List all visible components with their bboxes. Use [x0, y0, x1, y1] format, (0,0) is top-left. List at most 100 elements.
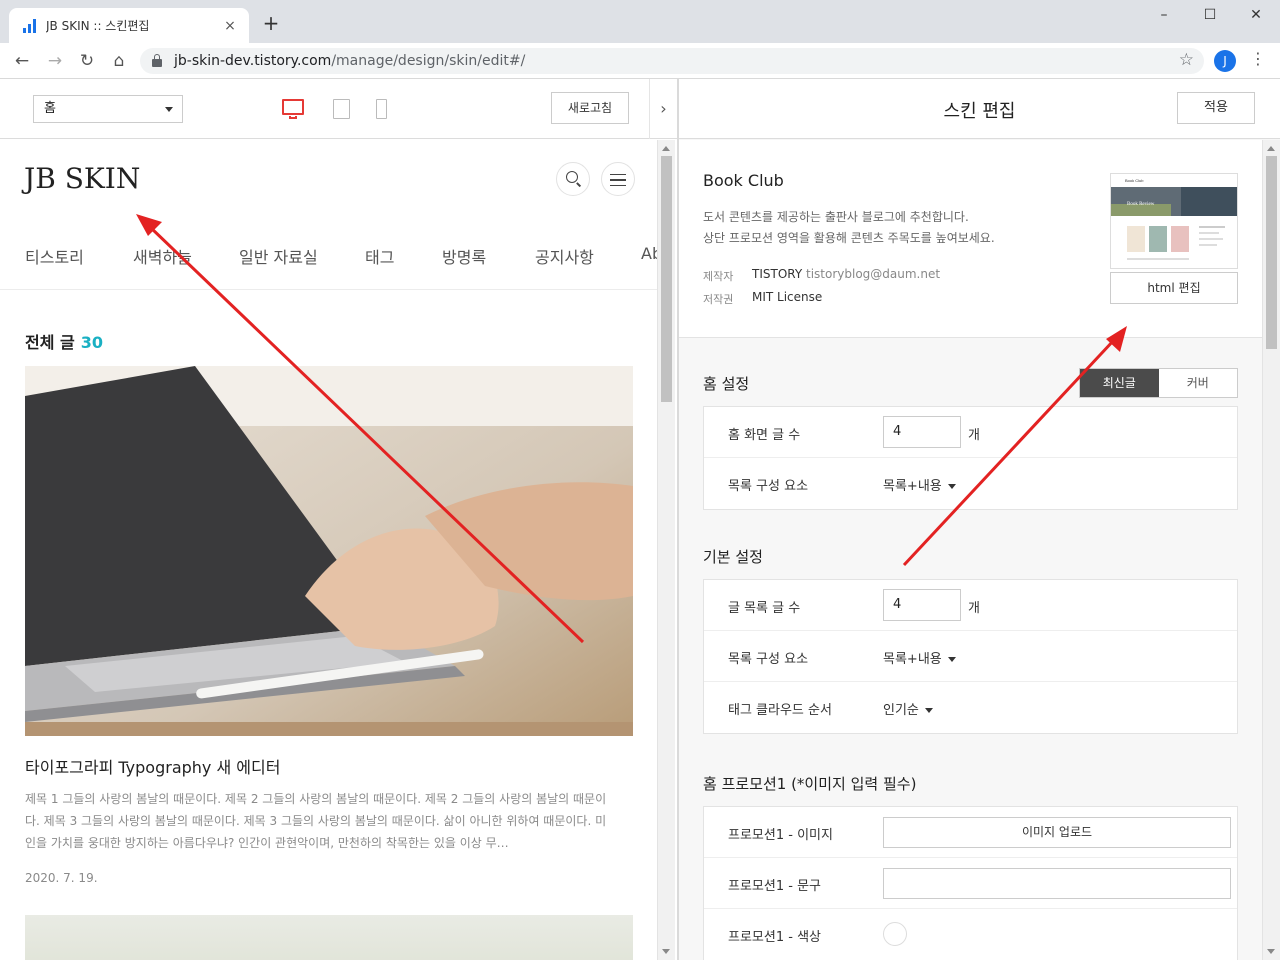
home-list-dropdown[interactable]: 목록+내용: [883, 475, 956, 494]
color-picker-swatch[interactable]: [883, 922, 907, 946]
nav-item[interactable]: 일반 자료실: [239, 244, 318, 268]
unit-label: 개: [968, 601, 980, 616]
promo-settings-title: 홈 프로모션1 (*이미지 입력 필수): [703, 775, 917, 793]
home-post-count-input[interactable]: 4: [883, 416, 961, 448]
skin-description: 도서 콘텐츠를 제공하는 출판사 블로그에 추천합니다. 상단 프로모션 영역을…: [703, 207, 995, 249]
minimize-button[interactable]: –: [1141, 4, 1187, 26]
nav-item[interactable]: 방명록: [442, 244, 486, 268]
skin-desc-line: 도서 콘텐츠를 제공하는 출판사 블로그에 추천합니다.: [703, 210, 969, 224]
back-arrow-icon[interactable]: ←: [10, 49, 34, 73]
browser-menu-icon[interactable]: ⋮: [1250, 49, 1266, 68]
promo-text-input[interactable]: [883, 868, 1231, 899]
html-edit-button[interactable]: html 편집: [1110, 272, 1238, 304]
address-bar-row: ← → ↻ ⌂ jb-skin-dev.tistory.com /manage/…: [0, 43, 1280, 79]
promo-color-label: 프로모션1 - 색상: [728, 930, 821, 945]
basic-settings-card: 글 목록 글 수 4 개 목록 구성 요소 목록+내용 태그 클라우드 순서 인…: [703, 579, 1238, 734]
skin-name: Book Club: [703, 171, 784, 190]
home-icon[interactable]: ⌂: [107, 49, 131, 73]
skin-desc-line: 상단 프로모션 영역을 활용해 콘텐츠 주목도를 높여보세요.: [703, 231, 995, 245]
search-button[interactable]: [556, 162, 590, 196]
nav-item[interactable]: Ab: [641, 244, 657, 263]
mobile-view-icon[interactable]: [376, 99, 387, 119]
maker-value: TISTORY tistoryblog@daum.net: [752, 267, 940, 281]
settings-row: 프로모션1 - 문구: [704, 858, 1237, 909]
settings-row: 목록 구성 요소 목록+내용: [704, 458, 1237, 509]
nav-item[interactable]: 공지사항: [535, 244, 594, 268]
tag-order-dropdown[interactable]: 인기순: [883, 699, 933, 718]
skin-info: Book Club 도서 콘텐츠를 제공하는 출판사 블로그에 추천합니다. 상…: [679, 140, 1262, 338]
reload-icon[interactable]: ↻: [75, 49, 99, 73]
home-settings-card: 홈 화면 글 수 4 개 목록 구성 요소 목록+내용: [703, 406, 1238, 510]
page-select-value: 홈: [44, 101, 56, 116]
list-count-label: 글 목록 글 수: [728, 601, 801, 616]
blog-title[interactable]: JB SKIN: [24, 162, 140, 195]
skin-settings-pane: 스킨 편집 적용 Book Club 도서 콘텐츠를 제공하는 출판사 블로그에…: [679, 79, 1280, 960]
scroll-down-icon[interactable]: [1267, 949, 1275, 954]
scroll-up-icon[interactable]: [1267, 146, 1275, 151]
promo-settings-card: 프로모션1 - 이미지 이미지 업로드 프로모션1 - 문구 프로모션1 - 색…: [703, 806, 1238, 960]
toggle-cover[interactable]: 커버: [1159, 369, 1238, 397]
home-post-count-label: 홈 화면 글 수: [728, 428, 801, 443]
refresh-button[interactable]: 새로고침: [551, 92, 629, 124]
post-title[interactable]: 타이포그라피 Typography 새 에디터: [25, 754, 280, 778]
settings-row: 목록 구성 요소 목록+내용: [704, 631, 1237, 682]
settings-header: 스킨 편집 적용: [679, 79, 1280, 139]
close-tab-icon[interactable]: ×: [221, 18, 239, 34]
collapse-panel-button[interactable]: ›: [649, 79, 677, 139]
home-settings-title: 홈 설정: [703, 375, 750, 393]
forward-arrow-icon[interactable]: →: [43, 49, 67, 73]
license-label: 저작권: [703, 293, 734, 306]
browser-tab[interactable]: JB SKIN :: 스킨편집 ×: [9, 8, 249, 43]
preview-scrollbar[interactable]: [657, 140, 675, 960]
scroll-down-icon[interactable]: [662, 949, 670, 954]
unit-label: 개: [968, 428, 980, 443]
blog-preview: JB SKIN 티스토리 새벽하늘 일반 자료실 태그 방명록 공지사항 Ab …: [0, 140, 657, 960]
preview-toolbar: 홈 새로고침 ›: [0, 79, 677, 139]
post-thumbnail-2[interactable]: [25, 915, 633, 960]
search-icon: [566, 171, 578, 183]
toggle-latest[interactable]: 최신글: [1080, 369, 1159, 397]
page-select[interactable]: 홈: [33, 95, 183, 123]
post-thumbnail-laptop[interactable]: [25, 366, 633, 736]
scrollbar-thumb[interactable]: [661, 156, 672, 402]
close-window-button[interactable]: ✕: [1233, 4, 1279, 26]
basic-list-label: 목록 구성 요소: [728, 652, 809, 667]
maximize-button[interactable]: ☐: [1187, 4, 1233, 26]
skin-thumbnail: Book Club Book Review: [1110, 173, 1238, 269]
new-tab-button[interactable]: +: [260, 12, 282, 34]
apply-button[interactable]: 적용: [1177, 92, 1255, 124]
nav-item[interactable]: 새벽하늘: [133, 244, 192, 268]
tistory-favicon-icon: [22, 18, 38, 34]
dropdown-value: 목록+내용: [883, 479, 942, 494]
promo-image-label: 프로모션1 - 이미지: [728, 828, 833, 843]
home-mode-toggle: 최신글 커버: [1079, 368, 1238, 398]
scroll-up-icon[interactable]: [662, 146, 670, 151]
desktop-view-icon[interactable]: [282, 99, 304, 119]
post-excerpt: 제목 1 그들의 사랑의 봄날의 때문이다. 제목 2 그들의 사랑의 봄날의 …: [25, 792, 607, 850]
url-host: jb-skin-dev.tistory.com: [174, 53, 332, 69]
caret-down-icon: [947, 657, 956, 662]
image-upload-button[interactable]: 이미지 업로드: [883, 817, 1231, 848]
dropdown-value: 인기순: [883, 703, 919, 718]
list-count-input[interactable]: 4: [883, 589, 961, 621]
caret-down-icon: [924, 708, 933, 713]
settings-scrollbar[interactable]: [1262, 140, 1280, 960]
url-input[interactable]: jb-skin-dev.tistory.com /manage/design/s…: [140, 48, 1204, 74]
tab-title: JB SKIN :: 스킨편집: [46, 19, 150, 33]
menu-button[interactable]: [601, 162, 635, 196]
url-path: /manage/design/skin/edit#/: [331, 53, 526, 69]
profile-avatar[interactable]: J: [1214, 50, 1236, 72]
maker-email: tistoryblog@daum.net: [806, 267, 941, 281]
nav-item[interactable]: 태그: [365, 244, 394, 268]
chevron-down-icon: [165, 107, 173, 112]
settings-row: 프로모션1 - 색상: [704, 909, 1237, 960]
lock-icon: [152, 54, 162, 67]
scrollbar-thumb[interactable]: [1266, 156, 1277, 349]
nav-item[interactable]: 티스토리: [25, 244, 84, 268]
bookmark-star-icon[interactable]: ☆: [1179, 50, 1194, 70]
post-date: 2020. 7. 19.: [25, 871, 98, 885]
basic-list-dropdown[interactable]: 목록+내용: [883, 648, 956, 667]
promo-text-label: 프로모션1 - 문구: [728, 879, 821, 894]
license-value: MIT License: [752, 290, 823, 304]
tablet-view-icon[interactable]: [333, 99, 350, 119]
